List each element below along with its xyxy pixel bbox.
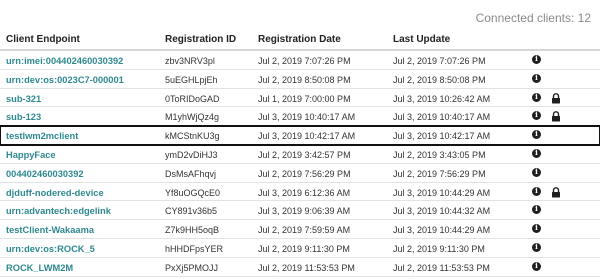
registration-id: CY891v36b5 — [165, 206, 218, 217]
last-update: Jul 3, 2019 10:26:42 AM — [393, 93, 491, 104]
registration-date: Jul 3, 2019 10:42:17 AM — [258, 131, 356, 142]
table-row[interactable]: urn:imei:004402460030392 zbv3NRV3pl Jul 2,… — [0, 51, 600, 70]
info-icon[interactable] — [532, 73, 541, 83]
registration-date: Jul 2, 2019 7:07:26 PM — [258, 56, 351, 66]
info-icon[interactable] — [532, 92, 541, 102]
clients-table-body: urn:imei:004402460030392 zbv3NRV3pl Jul 2,… — [0, 51, 600, 277]
registration-id: 5uEGHLpjEh — [165, 74, 218, 85]
table-row[interactable]: urn:advantech:edgelink CY891v36b5 Jul 3, 2… — [0, 201, 600, 221]
table-row[interactable]: sub-123 M1yhWjQz4g Jul 3, 2019 10:40:17 AM… — [0, 107, 600, 127]
info-icon[interactable] — [532, 110, 541, 121]
client-endpoint-link[interactable]: urn:dev:os:ROCK_5 — [6, 244, 95, 254]
registration-date: Jul 2, 2019 9:11:30 PM — [258, 243, 350, 254]
client-endpoint-link[interactable]: testClient-Wakaama — [6, 225, 94, 235]
lock-icon — [552, 111, 560, 122]
last-update: Jul 3, 2019 10:40:17 AM — [393, 112, 491, 123]
last-update: Jul 2, 2019 9:11:30 PM — [393, 243, 485, 254]
table-row[interactable]: sub-321 0ToRIDoGAD Jul 1, 2019 7:00:00 PM J… — [0, 89, 600, 108]
registration-date: Jul 3, 2019 10:40:17 AM — [258, 112, 356, 123]
client-endpoint-link[interactable]: sub-321 — [6, 94, 41, 104]
last-update: Jul 3, 2019 10:42:17 AM — [393, 131, 491, 142]
table-row[interactable]: urn:dev:os:0023C7-000001 5uEGHLpjEh Jul 2,… — [0, 70, 600, 89]
registration-id: DsMsAFhqvj — [165, 168, 217, 179]
info-icon[interactable] — [532, 54, 541, 64]
client-endpoint-link[interactable]: 004402460030392 — [6, 169, 84, 179]
last-update: Jul 2, 2019 8:50:08 PM — [393, 74, 486, 85]
table-row[interactable]: HappyFace ymD2vDiHJ3 Jul 2, 2019 3:42:57 P… — [0, 145, 600, 164]
info-icon[interactable] — [532, 261, 541, 271]
column-header-registration-id[interactable]: Registration ID — [165, 34, 236, 45]
info-icon[interactable] — [532, 242, 541, 252]
registration-date: Jul 1, 2019 7:00:00 PM — [258, 93, 351, 104]
registration-id: hHHDFpsYER — [165, 243, 224, 254]
registration-date: Jul 2, 2019 7:56:29 PM — [258, 168, 351, 179]
registration-id: ymD2vDiHJ3 — [165, 149, 218, 160]
last-update: Jul 3, 2019 10:44:32 AM — [393, 206, 491, 217]
registration-date: Jul 3, 2019 6:12:36 AM — [258, 187, 351, 198]
registration-id: Z7k9HH5oqB — [165, 225, 220, 236]
info-icon[interactable] — [532, 167, 541, 177]
registration-date: Jul 2, 2019 8:50:08 PM — [258, 74, 351, 85]
client-endpoint-link[interactable]: urn:advantech:edgelink — [6, 206, 111, 216]
last-update: Jul 2, 2019 3:43:05 PM — [393, 149, 486, 160]
registration-date: Jul 2, 2019 7:59:59 AM — [258, 225, 351, 236]
column-header-last-update[interactable]: Last Update — [393, 34, 450, 45]
last-update: Jul 2, 2019 11:53:53 PM — [393, 262, 490, 273]
client-endpoint-link[interactable]: testlwm2mclient — [6, 131, 78, 141]
connected-clients-count: Connected clients: 12 — [475, 11, 591, 25]
info-icon[interactable] — [532, 186, 541, 196]
table-row[interactable]: djduff-nodered-device Yf8uOGQcE0 Jul 3, 20… — [0, 183, 600, 202]
info-icon[interactable] — [532, 223, 541, 234]
last-update: Jul 3, 2019 10:44:29 AM — [393, 225, 491, 236]
table-header: Client Endpoint Registration ID Registra… — [0, 31, 600, 51]
column-header-registration-date[interactable]: Registration Date — [258, 34, 341, 45]
table-row[interactable]: urn:dev:os:ROCK_5 hHHDFpsYER Jul 2, 2019 9… — [0, 239, 600, 258]
client-endpoint-link[interactable]: urn:dev:os:0023C7-000001 — [6, 75, 124, 85]
registration-date: Jul 2, 2019 11:53:53 PM — [258, 262, 355, 273]
table-row[interactable]: testlwm2mclient kMCStnKU3g Jul 3, 2019 10:… — [0, 125, 600, 146]
registration-id: kMCStnKU3g — [165, 131, 220, 142]
registration-id: M1yhWjQz4g — [165, 112, 220, 123]
last-update: Jul 3, 2019 10:44:29 AM — [393, 187, 491, 198]
client-endpoint-link[interactable]: ROCK_LWM2M — [6, 263, 73, 273]
table-row[interactable]: testClient-Wakaama Z7k9HH5oqB Jul 2, 2019 … — [0, 220, 600, 239]
lock-icon — [552, 92, 560, 104]
column-header-endpoint[interactable]: Client Endpoint — [6, 34, 80, 45]
lock-icon — [552, 186, 560, 198]
info-icon[interactable] — [532, 204, 541, 215]
table-row[interactable]: ROCK_LWM2M PxXj5PMOJJ Jul 2, 2019 11:53:53… — [0, 258, 600, 277]
client-endpoint-link[interactable]: sub-123 — [6, 112, 41, 122]
info-icon[interactable] — [532, 148, 541, 158]
last-update: Jul 2, 2019 7:56:29 PM — [393, 168, 486, 179]
client-endpoint-link[interactable]: djduff-nodered-device — [6, 188, 104, 198]
last-update: Jul 2, 2019 7:07:26 PM — [393, 56, 486, 66]
registration-id: PxXj5PMOJJ — [165, 262, 219, 273]
registration-id: zbv3NRV3pl — [165, 56, 215, 66]
registration-id: 0ToRIDoGAD — [165, 93, 220, 104]
table-row[interactable]: 004402460030392 DsMsAFhqvj Jul 2, 2019 7:5… — [0, 164, 600, 183]
registration-id: Yf8uOGQcE0 — [165, 187, 221, 198]
info-icon[interactable] — [532, 129, 541, 140]
client-endpoint-link[interactable]: urn:imei:004402460030392 — [6, 56, 123, 66]
client-endpoint-link[interactable]: HappyFace — [6, 150, 56, 160]
registration-date: Jul 2, 2019 3:42:57 PM — [258, 149, 351, 160]
registration-date: Jul 3, 2019 9:06:39 AM — [258, 206, 351, 217]
